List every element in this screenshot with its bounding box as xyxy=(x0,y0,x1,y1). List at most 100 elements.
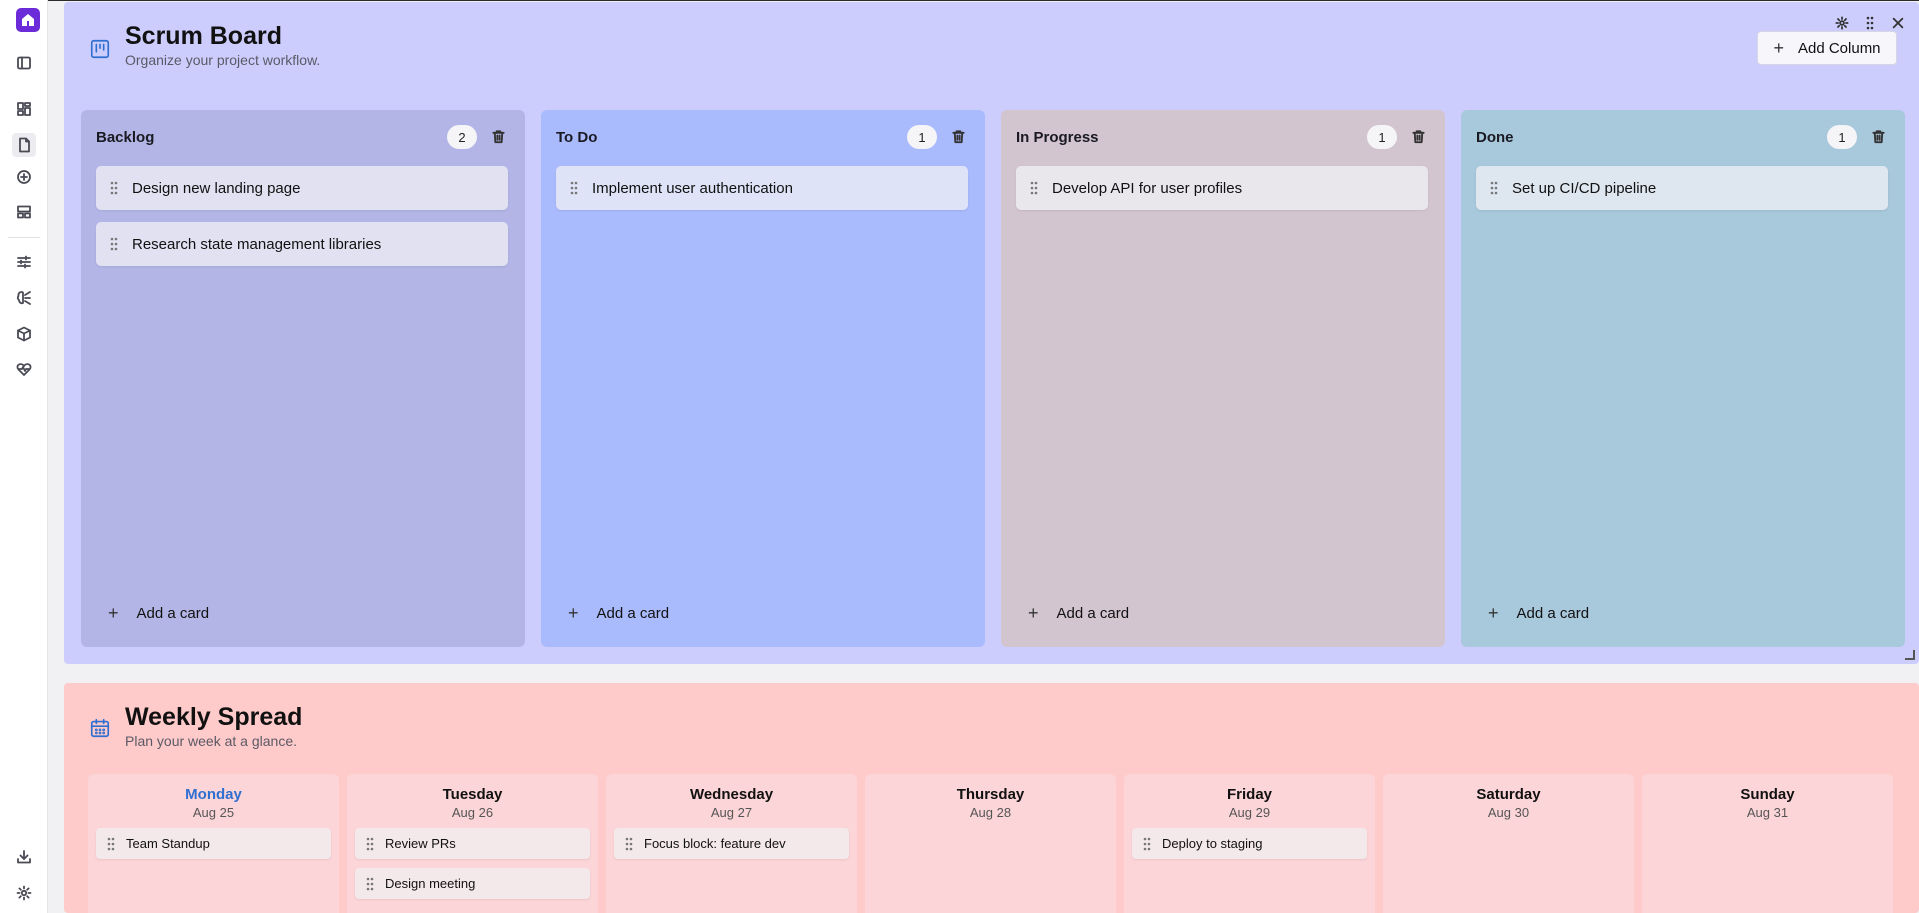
event[interactable]: Focus block: feature dev xyxy=(614,828,849,859)
scrum-board-subtitle: Organize your project workflow. xyxy=(125,52,321,68)
column-in-progress: In Progress 1 Develop API for user profi… xyxy=(1001,110,1445,647)
weekly-spread-panel: Weekly Spread Plan your week at a glance… xyxy=(64,683,1919,913)
sidebar xyxy=(0,0,48,913)
event[interactable]: Design meeting xyxy=(355,868,590,899)
plus-icon: + xyxy=(1028,603,1039,623)
event[interactable]: Team Standup xyxy=(96,828,331,859)
day-name: Saturday xyxy=(1476,786,1541,803)
column-todo: To Do 1 Implement user authentication + … xyxy=(541,110,985,647)
dashboard-icon[interactable] xyxy=(12,97,36,121)
add-card-label: Add a card xyxy=(1056,605,1130,622)
grip-icon[interactable] xyxy=(1016,181,1052,195)
card-title: Design new landing page xyxy=(132,179,301,197)
grip-icon[interactable] xyxy=(96,181,132,195)
add-card-button[interactable]: + Add a card xyxy=(108,603,209,624)
add-column-button[interactable]: + Add Column xyxy=(1757,31,1897,65)
event-title: Review PRs xyxy=(385,836,456,851)
grip-icon[interactable] xyxy=(96,237,132,251)
card-count-badge: 1 xyxy=(1367,125,1397,149)
calendar-icon xyxy=(88,716,112,740)
trash-icon[interactable] xyxy=(489,127,507,145)
plus-icon: + xyxy=(568,603,579,623)
settings-icon[interactable] xyxy=(12,881,36,905)
card-count-badge: 2 xyxy=(447,125,477,149)
grip-icon[interactable] xyxy=(614,837,644,851)
plus-icon: + xyxy=(108,603,119,623)
grip-icon[interactable] xyxy=(1132,837,1162,851)
sidebar-divider xyxy=(8,237,40,238)
event-title: Team Standup xyxy=(126,836,210,851)
grip-icon[interactable] xyxy=(355,837,385,851)
event-title: Deploy to staging xyxy=(1162,836,1263,851)
add-circle-icon[interactable] xyxy=(12,165,36,189)
card[interactable]: Set up CI/CD pipeline xyxy=(1476,166,1888,210)
card-title: Implement user authentication xyxy=(592,179,793,197)
trash-icon[interactable] xyxy=(1409,127,1427,145)
layout-icon[interactable] xyxy=(12,200,36,224)
day-thursday: Thursday Aug 28 xyxy=(865,774,1116,913)
day-date: Aug 30 xyxy=(1487,805,1530,820)
add-card-label: Add a card xyxy=(596,605,670,622)
day-date: Aug 26 xyxy=(451,805,494,820)
add-card-button[interactable]: + Add a card xyxy=(1488,603,1589,624)
day-name: Thursday xyxy=(956,786,1025,803)
day-date: Aug 27 xyxy=(710,805,753,820)
drag-handle-icon[interactable] xyxy=(1861,14,1879,32)
event-title: Design meeting xyxy=(385,876,476,891)
day-wednesday: Wednesday Aug 27 Focus block: feature de… xyxy=(606,774,857,913)
day-name: Wednesday xyxy=(689,786,774,803)
column-title: In Progress xyxy=(1016,129,1099,146)
plus-icon: + xyxy=(1773,37,1784,58)
day-tuesday: Tuesday Aug 26 Review PRs Design meeting xyxy=(347,774,598,913)
event[interactable]: Review PRs xyxy=(355,828,590,859)
add-card-button[interactable]: + Add a card xyxy=(568,603,669,624)
column-backlog: Backlog 2 Design new landing page Resear… xyxy=(81,110,525,647)
weekly-spread-title: Weekly Spread xyxy=(125,703,303,731)
day-saturday: Saturday Aug 30 xyxy=(1383,774,1634,913)
trash-icon[interactable] xyxy=(1869,127,1887,145)
day-sunday: Sunday Aug 31 xyxy=(1642,774,1893,913)
sidebar-toggle-icon[interactable] xyxy=(12,51,36,75)
card-count-badge: 1 xyxy=(1827,125,1857,149)
brain-icon[interactable] xyxy=(12,286,36,310)
day-date: Aug 29 xyxy=(1228,805,1271,820)
package-icon[interactable] xyxy=(12,322,36,346)
plus-icon: + xyxy=(1488,603,1499,623)
grip-icon[interactable] xyxy=(355,877,385,891)
add-card-label: Add a card xyxy=(136,605,210,622)
day-name: Monday xyxy=(185,786,242,803)
card-title: Develop API for user profiles xyxy=(1052,179,1243,197)
event-title: Focus block: feature dev xyxy=(644,836,786,851)
add-card-button[interactable]: + Add a card xyxy=(1028,603,1129,624)
grip-icon[interactable] xyxy=(96,837,126,851)
card[interactable]: Develop API for user profiles xyxy=(1016,166,1428,210)
day-date: Aug 28 xyxy=(969,805,1012,820)
download-icon[interactable] xyxy=(12,845,36,869)
card[interactable]: Design new landing page xyxy=(96,166,508,210)
event[interactable]: Deploy to staging xyxy=(1132,828,1367,859)
grip-icon[interactable] xyxy=(1476,181,1512,195)
gear-icon[interactable] xyxy=(1833,14,1851,32)
day-friday: Friday Aug 29 Deploy to staging xyxy=(1124,774,1375,913)
day-monday: Monday Aug 25 Team Standup xyxy=(88,774,339,913)
heart-pulse-icon[interactable] xyxy=(12,357,36,381)
grip-icon[interactable] xyxy=(556,181,592,195)
document-icon[interactable] xyxy=(12,133,36,157)
window-top-border xyxy=(48,0,1919,1)
day-date: Aug 31 xyxy=(1746,805,1789,820)
kanban-icon xyxy=(88,37,112,61)
sliders-icon[interactable] xyxy=(12,250,36,274)
logo-icon[interactable] xyxy=(16,8,40,32)
close-icon[interactable] xyxy=(1889,14,1907,32)
card[interactable]: Implement user authentication xyxy=(556,166,968,210)
day-name: Tuesday xyxy=(442,786,503,803)
day-date: Aug 25 xyxy=(192,805,235,820)
resize-handle[interactable] xyxy=(1905,650,1915,660)
card[interactable]: Research state management libraries xyxy=(96,222,508,266)
add-card-label: Add a card xyxy=(1516,605,1590,622)
weekly-spread-subtitle: Plan your week at a glance. xyxy=(125,733,297,749)
column-title: Done xyxy=(1476,129,1514,146)
card-count-badge: 1 xyxy=(907,125,937,149)
trash-icon[interactable] xyxy=(949,127,967,145)
card-title: Set up CI/CD pipeline xyxy=(1512,179,1657,197)
